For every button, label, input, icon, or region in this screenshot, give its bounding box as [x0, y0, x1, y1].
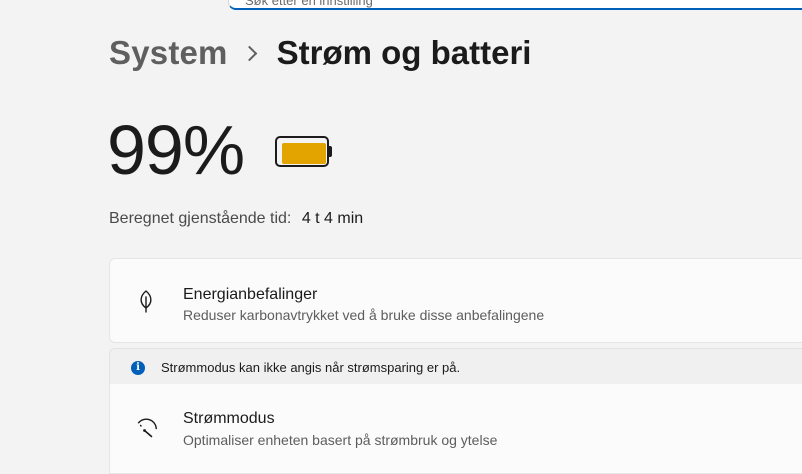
energy-recommendations-title: Energianbefalinger	[183, 286, 318, 303]
energy-recommendations-subtitle: Reduser karbonavtrykket ved å bruke diss…	[183, 307, 545, 323]
battery-terminal	[329, 146, 332, 157]
info-icon: i	[131, 361, 145, 375]
battery-percentage: 99%	[107, 111, 245, 189]
chevron-right-icon	[241, 45, 257, 61]
battery-body	[275, 136, 329, 167]
breadcrumb-parent-system[interactable]: System	[109, 34, 228, 72]
page-title: Strøm og batteri	[276, 34, 532, 71]
search-box[interactable]: Søk etter en innstilling	[228, 0, 802, 10]
energy-recommendations-card[interactable]: Energianbefalinger Reduser karbonavtrykk…	[109, 258, 802, 343]
remaining-time: Beregnet gjenstående tid: 4 t 4 min	[109, 210, 363, 228]
battery-level-fill	[282, 143, 326, 164]
info-bar-text: Strømmodus kan ikke angis når strømspari…	[161, 360, 461, 375]
gauge-icon	[134, 416, 158, 440]
search-input-placeholder: Søk etter en innstilling	[245, 0, 373, 8]
breadcrumb: System Strøm og batteri	[109, 34, 531, 72]
power-mode-info-bar: i Strømmodus kan ikke angis når strømspa…	[109, 348, 802, 385]
battery-icon	[275, 136, 332, 169]
remaining-time-label: Beregnet gjenstående tid:	[109, 210, 292, 227]
power-mode-card[interactable]: Strømmodus Optimaliser enheten basert på…	[109, 384, 802, 474]
remaining-time-value: 4 t 4 min	[301, 210, 364, 227]
power-mode-title: Strømmodus	[183, 410, 275, 427]
power-mode-subtitle: Optimaliser enheten basert på strømbruk …	[183, 432, 498, 448]
leaf-icon	[134, 289, 158, 313]
